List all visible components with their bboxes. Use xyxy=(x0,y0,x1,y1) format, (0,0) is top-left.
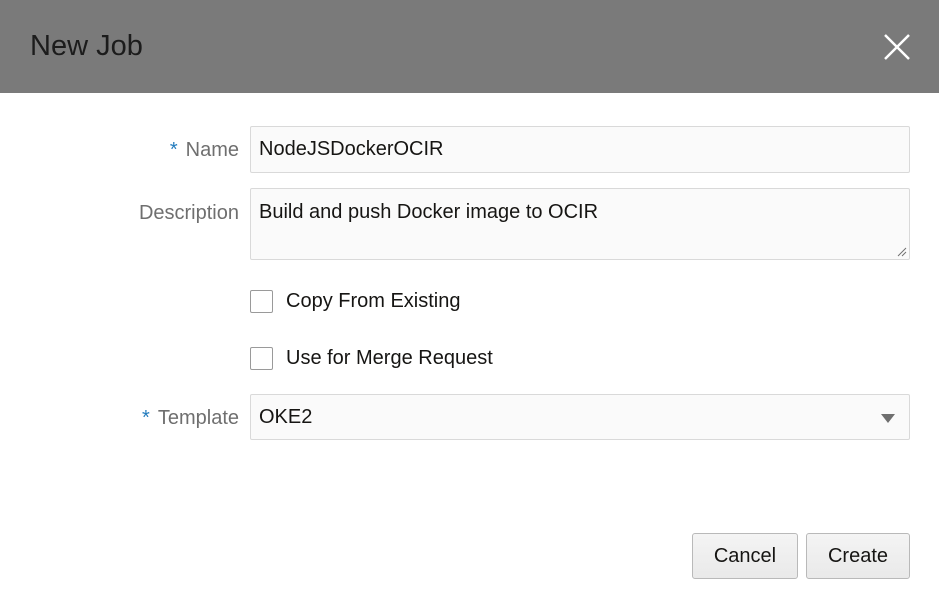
use-for-merge-request-option[interactable]: Use for Merge Request xyxy=(250,345,493,371)
name-label: * Name xyxy=(170,137,239,163)
cancel-button[interactable]: Cancel xyxy=(692,533,798,579)
dialog-title: New Job xyxy=(30,30,143,62)
name-input-value: NodeJSDockerOCIR xyxy=(259,138,444,160)
use-for-merge-request-checkbox[interactable] xyxy=(250,346,273,370)
template-selected-value: OKE2 xyxy=(259,406,313,428)
copy-from-existing-option[interactable]: Copy From Existing xyxy=(250,288,461,314)
resize-grip-icon[interactable] xyxy=(897,247,907,257)
required-marker: * xyxy=(142,407,150,429)
use-for-merge-request-label: Use for Merge Request xyxy=(286,347,493,369)
close-icon xyxy=(884,34,910,60)
copy-from-existing-checkbox[interactable] xyxy=(250,289,273,313)
close-button[interactable] xyxy=(880,30,914,64)
name-input[interactable]: NodeJSDockerOCIR xyxy=(250,126,910,173)
create-button[interactable]: Create xyxy=(806,533,910,579)
dropdown-arrow-icon[interactable] xyxy=(881,414,895,423)
template-select[interactable]: OKE2 xyxy=(250,394,910,440)
template-label-text: Template xyxy=(157,407,239,429)
description-textarea[interactable]: Build and push Docker image to OCIR xyxy=(250,188,910,260)
dialog-header: New Job xyxy=(0,0,939,93)
description-value: Build and push Docker image to OCIR xyxy=(259,201,599,223)
description-label: Description xyxy=(138,202,239,224)
name-label-text: Name xyxy=(185,139,239,161)
copy-from-existing-label: Copy From Existing xyxy=(286,290,461,312)
required-marker: * xyxy=(169,139,178,161)
template-label: * Template xyxy=(142,405,239,431)
